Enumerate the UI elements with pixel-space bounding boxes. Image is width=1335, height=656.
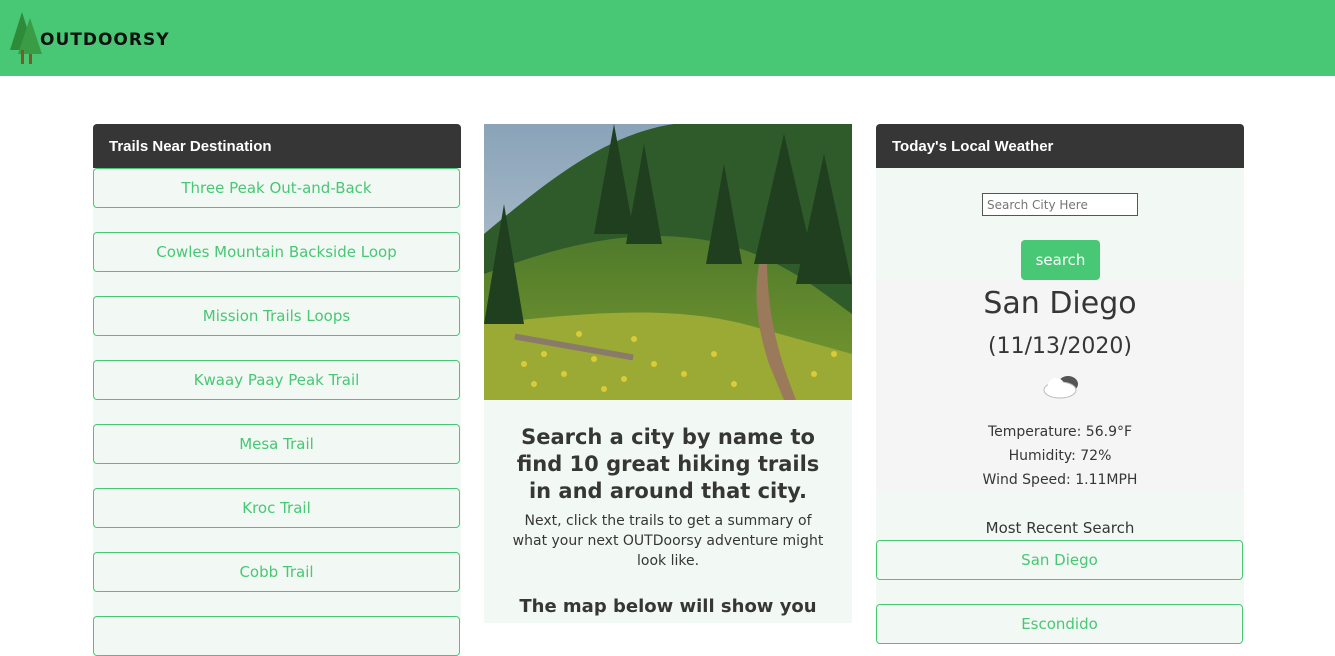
- trail-button[interactable]: [93, 616, 460, 656]
- recent-search-button[interactable]: Escondido: [876, 604, 1243, 644]
- recent-search-button[interactable]: San Diego: [876, 540, 1243, 580]
- intro-panel: Search a city by name to find 10 great h…: [484, 124, 852, 623]
- navbar: OUTDOORSY: [0, 0, 1335, 76]
- trails-header: Trails Near Destination: [93, 124, 461, 168]
- trails-panel: Trails Near Destination Three Peak Out-a…: [93, 124, 461, 656]
- hero-image: [484, 124, 852, 400]
- trail-button[interactable]: Mesa Trail: [93, 424, 460, 464]
- weather-temperature: Temperature: 56.9°F: [987, 424, 1133, 440]
- weather-humidity: Humidity: 72%: [1008, 448, 1112, 464]
- weather-panel: Today's Local Weather search San Diego (…: [876, 124, 1244, 644]
- city-search-input[interactable]: [982, 193, 1138, 216]
- intro-heading: Search a city by name to find 10 great h…: [516, 425, 820, 503]
- brand-name: OUTDOORSY: [40, 30, 170, 50]
- map-heading: The map below will show you: [519, 596, 817, 617]
- trail-button[interactable]: Three Peak Out-and-Back: [93, 168, 460, 208]
- weather-date: (11/13/2020): [988, 334, 1132, 359]
- recent-search-label: Most Recent Search: [985, 519, 1135, 537]
- trail-button[interactable]: Cowles Mountain Backside Loop: [93, 232, 460, 272]
- cloud-icon: [1043, 376, 1078, 399]
- weather-wind: Wind Speed: 1.11MPH: [982, 472, 1138, 488]
- trail-button[interactable]: Cobb Trail: [93, 552, 460, 592]
- trail-button[interactable]: Kroc Trail: [93, 488, 460, 528]
- trail-button[interactable]: Mission Trails Loops: [93, 296, 460, 336]
- weather-city: San Diego: [983, 286, 1137, 321]
- search-button[interactable]: search: [1021, 240, 1100, 280]
- intro-body: Next, click the trails to get a summary …: [512, 513, 824, 569]
- logo[interactable]: OUTDOORSY: [10, 10, 170, 66]
- weather-header: Today's Local Weather: [876, 124, 1244, 168]
- trail-button[interactable]: Kwaay Paay Peak Trail: [93, 360, 460, 400]
- intro-text: Search a city by name to find 10 great h…: [484, 424, 852, 619]
